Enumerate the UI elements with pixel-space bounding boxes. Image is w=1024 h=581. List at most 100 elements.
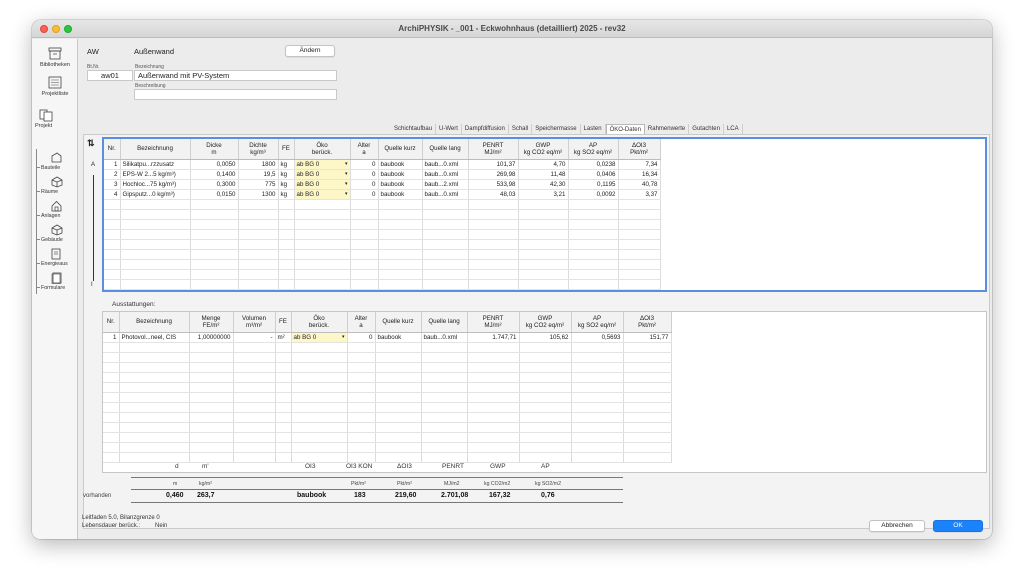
column-header[interactable]: FE <box>275 312 292 333</box>
cancel-button[interactable]: Abbrechen <box>869 520 925 532</box>
change-button[interactable]: Ändern <box>285 45 335 57</box>
table-cell: 0,1195 <box>568 179 619 190</box>
table-row[interactable]: 4 Gipsputz...0 kg/m³) 0,0150 1300 kg ab BG 0 ▾… <box>104 189 661 200</box>
table-row[interactable] <box>104 219 661 230</box>
table-cell[interactable]: ab BG 0 ▾ <box>294 169 351 180</box>
table-row[interactable] <box>103 352 672 363</box>
column-header[interactable]: Quelle kurz <box>378 139 423 160</box>
table-row[interactable] <box>104 229 661 240</box>
table-row[interactable] <box>103 452 672 463</box>
table-row[interactable] <box>103 422 672 433</box>
sidebar-item-energieausweis[interactable]: Energieaus <box>36 248 78 267</box>
tab--ko-daten[interactable]: ÖKO-Daten <box>605 124 645 134</box>
table-cell <box>103 412 120 423</box>
column-header[interactable]: ΔOI3 Pkt/m² <box>618 139 661 160</box>
column-header[interactable]: Öko berück. <box>294 139 351 160</box>
table-row[interactable] <box>103 382 672 393</box>
column-header[interactable]: GWP kg CO2 eq/m² <box>519 312 572 333</box>
column-header[interactable]: Bezeichnung <box>120 139 191 160</box>
sidebar-item-raeume[interactable]: Räume <box>36 176 78 195</box>
table-row[interactable] <box>104 259 661 270</box>
column-header[interactable]: Menge FE/m² <box>189 312 234 333</box>
sum-row-label: vorhanden <box>83 493 112 499</box>
column-header[interactable]: Dichte kg/m³ <box>238 139 279 160</box>
tab-schall[interactable]: Schall <box>509 124 533 134</box>
column-header[interactable]: PENRT MJ/m² <box>467 312 520 333</box>
table-row[interactable] <box>103 412 672 423</box>
table-row[interactable] <box>104 209 661 220</box>
column-header[interactable]: Bezeichnung <box>119 312 190 333</box>
column-header[interactable]: Quelle lang <box>421 312 468 333</box>
table-row[interactable]: 3 Hochloc...75 kg/m³) 0,3000 775 kg ab BG 0 ▾ 0… <box>104 179 661 190</box>
table-row[interactable] <box>103 402 672 413</box>
table-cell <box>278 269 295 280</box>
ok-button[interactable]: OK <box>933 520 983 532</box>
sort-order-icon[interactable]: ⇅ <box>87 138 95 149</box>
table-row[interactable] <box>104 269 661 280</box>
table-row[interactable]: 1 Silikatpu...rzzusatz 0,0050 1800 kg ab BG 0… <box>104 159 661 170</box>
column-header[interactable]: GWP kg CO2 eq/m² <box>518 139 569 160</box>
column-header[interactable]: ΔOI3 Pkt/m² <box>623 312 672 333</box>
tab-rahmenwerte[interactable]: Rahmenwerte <box>645 124 690 134</box>
table-cell <box>618 269 661 280</box>
equipment-table[interactable]: Nr. Bezeichnung Menge FE/m² Volumen m³/m² FE Ök… <box>102 311 987 473</box>
bezeichnung-field[interactable]: Außenwand mit PV-System <box>134 70 337 81</box>
sidebar-item-bibliotheken[interactable]: Bibliotheken <box>32 47 78 68</box>
tab-lca[interactable]: LCA <box>724 124 743 134</box>
tab-dampfdiffusion[interactable]: Dampfdiffusion <box>462 124 509 134</box>
column-header[interactable]: Nr. <box>104 139 121 160</box>
column-header[interactable]: PENRT MJ/m² <box>468 139 519 160</box>
column-header[interactable]: Öko berück. <box>291 312 348 333</box>
table-cell[interactable]: ab BG 0 ▾ <box>294 189 351 200</box>
table-row[interactable] <box>103 362 672 373</box>
column-header[interactable]: AP kg SO2 eq/m² <box>568 139 619 160</box>
sidebar-item-formulare[interactable]: Formulare <box>36 272 78 291</box>
column-header[interactable]: Quelle lang <box>422 139 469 160</box>
footer-guideline: Leitfaden 5.0, Bilanzgrenze 0 <box>82 515 160 521</box>
column-header[interactable]: Alter a <box>350 139 379 160</box>
bt-nr-field[interactable]: aw01 <box>87 70 133 81</box>
column-header[interactable]: Dicke m <box>190 139 239 160</box>
table-row[interactable] <box>104 199 661 210</box>
table-cell <box>623 432 672 443</box>
sidebar-item-bauteile[interactable]: Bauteile <box>36 152 78 171</box>
sidebar-item-projekt[interactable]: Projekt <box>32 109 78 129</box>
column-header[interactable]: Quelle kurz <box>375 312 422 333</box>
column-header[interactable]: FE <box>278 139 295 160</box>
tab-lasten[interactable]: Lasten <box>581 124 606 134</box>
table-cell <box>190 229 239 240</box>
tab-u-wert[interactable]: U-Wert <box>436 124 462 134</box>
column-header-unit: Pkt/m² <box>638 321 656 329</box>
beschreibung-field[interactable] <box>134 89 337 100</box>
sum-value-d: 0,460 <box>166 492 184 499</box>
sidebar-item-gebaeude[interactable]: Gebäude <box>36 224 78 243</box>
table-row[interactable] <box>103 442 672 453</box>
table-cell <box>278 249 295 260</box>
tab-speichermasse[interactable]: Speichermasse <box>532 124 581 134</box>
table-row[interactable] <box>104 279 661 290</box>
layers-table[interactable]: Nr. Bezeichnung Dicke m Dichte kg/m³ FE Öko berü… <box>102 137 987 292</box>
table-cell[interactable]: ab BG 0 ▾ <box>294 179 351 190</box>
table-row[interactable]: 1 Photovol...neel, CIS 1,00000000- m² ab BG … <box>103 332 672 343</box>
table-row[interactable] <box>104 249 661 260</box>
sidebar-item-projektliste[interactable]: Projektliste <box>32 76 78 97</box>
table-row[interactable] <box>103 432 672 443</box>
column-header[interactable]: Nr. <box>103 312 120 333</box>
column-header[interactable]: Volumen m³/m² <box>233 312 276 333</box>
table-cell <box>347 452 376 463</box>
sidebar-item-anlagen[interactable]: Anlagen <box>36 200 78 219</box>
tab-schichtaufbau[interactable]: Schichtaufbau <box>391 124 437 134</box>
table-row[interactable] <box>104 239 661 250</box>
table-cell <box>275 422 292 433</box>
table-row[interactable] <box>103 372 672 383</box>
column-header[interactable]: Alter a <box>347 312 376 333</box>
table-row[interactable]: 2 EPS-W 2...5 kg/m³) 0,1400 19,5 kg ab BG 0 ▾ 0… <box>104 169 661 180</box>
column-header[interactable]: AP kg SO2 eq/m² <box>571 312 624 333</box>
table-cell <box>378 279 423 290</box>
table-cell[interactable]: ab BG 0 ▾ <box>294 159 351 170</box>
tab-gutachten[interactable]: Gutachten <box>689 124 724 134</box>
eco-select-value: ab BG 0 <box>296 180 320 188</box>
table-row[interactable] <box>103 342 672 353</box>
table-row[interactable] <box>103 392 672 403</box>
table-cell[interactable]: ab BG 0 ▾ <box>291 332 348 343</box>
